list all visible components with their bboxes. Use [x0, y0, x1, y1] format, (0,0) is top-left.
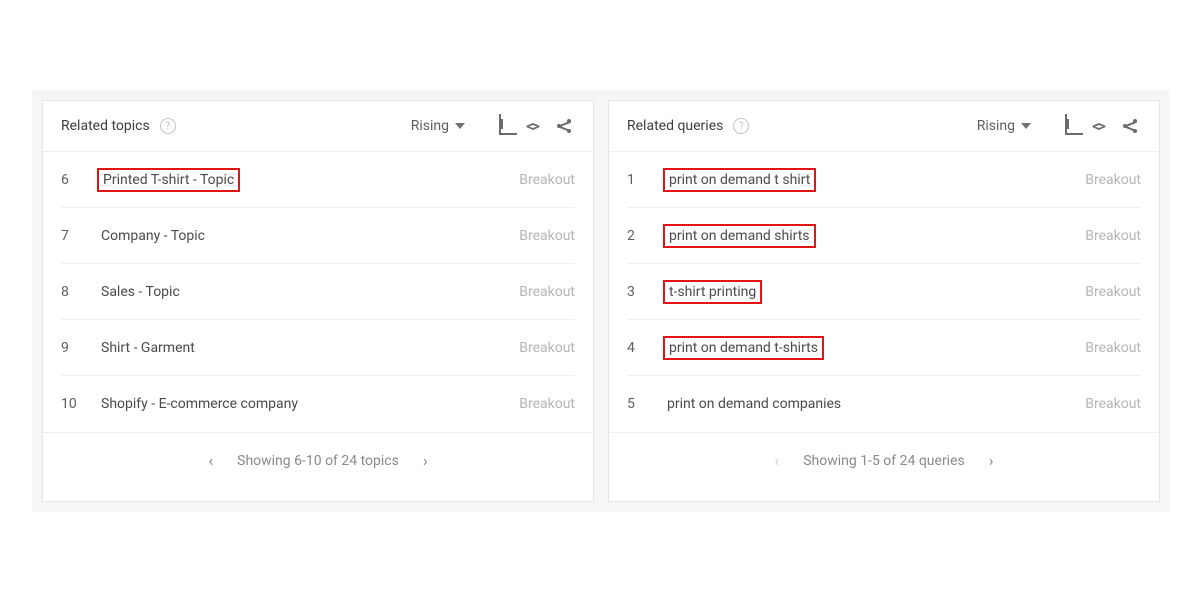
download-icon [1065, 117, 1067, 136]
sort-dropdown[interactable]: Rising [411, 118, 465, 134]
prev-page-button[interactable]: ‹ [208, 451, 213, 470]
item-label: Company - Topic [97, 226, 209, 246]
item-label: print on demand t shirt [663, 168, 816, 192]
list-item[interactable]: 7 Company - Topic Breakout [61, 208, 575, 264]
panel-title: Related queries [627, 118, 723, 134]
chevron-down-icon [455, 123, 465, 129]
pagination-text: Showing 1-5 of 24 queries [803, 453, 965, 469]
share-icon [1123, 119, 1137, 133]
item-value: Breakout [1085, 172, 1141, 188]
topics-list: 6 Printed T-shirt - Topic Breakout 7 Com… [43, 152, 593, 432]
item-value: Breakout [519, 396, 575, 412]
item-rank: 6 [61, 172, 85, 188]
item-value: Breakout [1085, 340, 1141, 356]
item-rank: 2 [627, 228, 651, 244]
panel-title: Related topics [61, 118, 150, 134]
help-icon[interactable]: ? [733, 118, 749, 134]
item-value: Breakout [519, 172, 575, 188]
embed-button[interactable]: <> [1087, 115, 1109, 137]
list-item[interactable]: 3 t-shirt printing Breakout [627, 264, 1141, 320]
share-button[interactable] [1119, 115, 1141, 137]
item-value: Breakout [519, 228, 575, 244]
embed-button[interactable]: <> [521, 115, 543, 137]
help-icon[interactable]: ? [160, 118, 176, 134]
item-rank: 5 [627, 396, 651, 412]
download-csv-button[interactable] [489, 115, 511, 137]
list-item[interactable]: 8 Sales - Topic Breakout [61, 264, 575, 320]
next-page-button[interactable]: › [423, 451, 428, 470]
item-label: Shopify - E-commerce company [97, 394, 302, 414]
prev-page-button[interactable]: ‹ [774, 451, 779, 470]
item-label: Shirt - Garment [97, 338, 199, 358]
item-rank: 10 [61, 396, 85, 412]
list-item[interactable]: 9 Shirt - Garment Breakout [61, 320, 575, 376]
pagination-text: Showing 6-10 of 24 topics [237, 453, 399, 469]
item-value: Breakout [1085, 228, 1141, 244]
item-value: Breakout [1085, 396, 1141, 412]
list-item[interactable]: 6 Printed T-shirt - Topic Breakout [61, 152, 575, 208]
list-item[interactable]: 4 print on demand t-shirts Breakout [627, 320, 1141, 376]
panel-footer: ‹ Showing 6-10 of 24 topics › [43, 432, 593, 488]
item-rank: 4 [627, 340, 651, 356]
share-button[interactable] [553, 115, 575, 137]
share-icon [557, 119, 571, 133]
item-label: Sales - Topic [97, 282, 184, 302]
item-rank: 8 [61, 284, 85, 300]
item-label: t-shirt printing [663, 280, 762, 304]
item-label: Printed T-shirt - Topic [97, 168, 240, 192]
sort-dropdown[interactable]: Rising [977, 118, 1031, 134]
sort-label: Rising [411, 118, 449, 134]
download-icon [499, 117, 501, 136]
item-label: print on demand t-shirts [663, 336, 824, 360]
download-csv-button[interactable] [1055, 115, 1077, 137]
item-value: Breakout [1085, 284, 1141, 300]
item-rank: 9 [61, 340, 85, 356]
trends-panels-container: Related topics ? Rising <> 6 Printed T- [32, 90, 1170, 512]
list-item[interactable]: 1 print on demand t shirt Breakout [627, 152, 1141, 208]
related-queries-panel: Related queries ? Rising <> 1 print on [608, 100, 1160, 502]
item-rank: 3 [627, 284, 651, 300]
panel-header: Related topics ? Rising <> [43, 101, 593, 152]
panel-header: Related queries ? Rising <> [609, 101, 1159, 152]
related-topics-panel: Related topics ? Rising <> 6 Printed T- [42, 100, 594, 502]
item-rank: 1 [627, 172, 651, 188]
item-label: print on demand companies [663, 394, 845, 414]
item-value: Breakout [519, 284, 575, 300]
sort-label: Rising [977, 118, 1015, 134]
queries-list: 1 print on demand t shirt Breakout 2 pri… [609, 152, 1159, 432]
item-label: print on demand shirts [663, 224, 816, 248]
chevron-down-icon [1021, 123, 1031, 129]
list-item[interactable]: 10 Shopify - E-commerce company Breakout [61, 376, 575, 432]
panel-footer: ‹ Showing 1-5 of 24 queries › [609, 432, 1159, 488]
list-item[interactable]: 5 print on demand companies Breakout [627, 376, 1141, 432]
next-page-button[interactable]: › [989, 451, 994, 470]
list-item[interactable]: 2 print on demand shirts Breakout [627, 208, 1141, 264]
item-value: Breakout [519, 340, 575, 356]
item-rank: 7 [61, 228, 85, 244]
